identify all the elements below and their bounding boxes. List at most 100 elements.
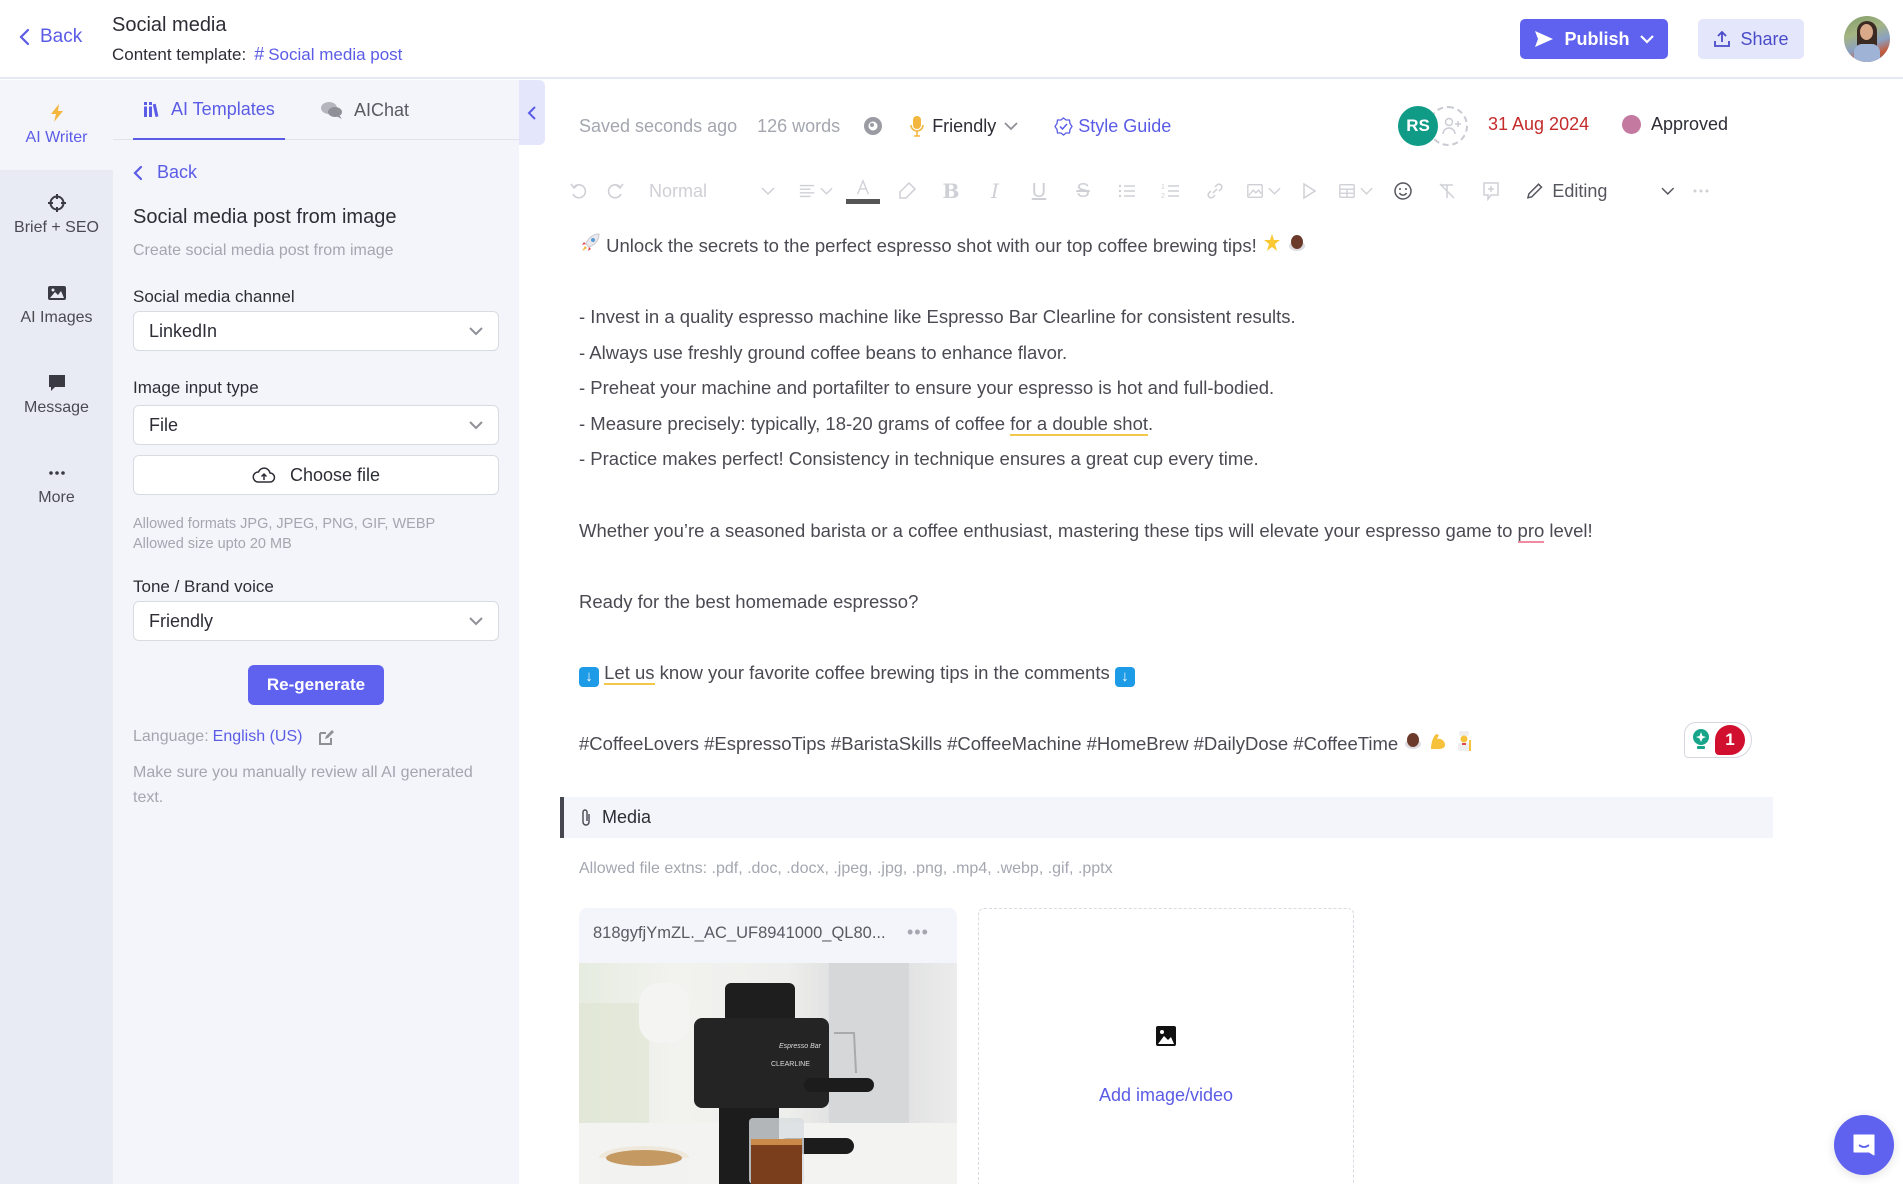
svg-text:Espresso Bar: Espresso Bar xyxy=(779,1043,822,1050)
rail-item-ai-images[interactable]: AI Images xyxy=(0,260,113,350)
user-avatar[interactable] xyxy=(1844,16,1890,62)
add-comment-button[interactable] xyxy=(1469,175,1513,207)
down-arrow-emoji: ↓ xyxy=(579,667,599,687)
svg-text:2: 2 xyxy=(1161,193,1165,200)
publish-button[interactable]: Publish xyxy=(1520,19,1668,59)
upload-icon xyxy=(1714,30,1731,47)
comment-plus-icon xyxy=(1483,182,1499,201)
rail-item-label: Message xyxy=(24,399,89,416)
page-title: Social media xyxy=(112,14,227,36)
editing-mode-select[interactable]: Editing xyxy=(1525,175,1675,207)
channel-select[interactable]: LinkedIn xyxy=(133,311,499,351)
rail-item-label: More xyxy=(38,489,75,506)
input-type-select[interactable]: File xyxy=(133,405,499,445)
bullet-list-button[interactable] xyxy=(1105,175,1149,207)
editor-toolbar: Normal B I U S 12 Editing xyxy=(565,175,1719,207)
back-button[interactable]: Back xyxy=(18,26,82,48)
link-button[interactable] xyxy=(1193,175,1237,207)
channel-label: Social media channel xyxy=(133,287,295,306)
insert-image-button[interactable] xyxy=(1237,175,1289,207)
italic-button[interactable]: I xyxy=(973,175,1017,207)
rail-item-ai-writer[interactable]: AI Writer xyxy=(0,80,113,170)
due-date[interactable]: 31 Aug 2024 xyxy=(1488,114,1589,135)
align-button[interactable] xyxy=(789,175,841,207)
language-value[interactable]: English (US) xyxy=(213,728,303,746)
chevron-down-icon xyxy=(469,327,483,336)
emoji-button[interactable] xyxy=(1381,175,1425,207)
collapse-panel-button[interactable] xyxy=(519,80,545,145)
insert-media-button[interactable] xyxy=(1289,175,1329,207)
style-guide-label: Style Guide xyxy=(1078,115,1172,136)
paragraph-style-select[interactable]: Normal xyxy=(649,175,779,207)
writing-assistant-button[interactable]: 1 xyxy=(1684,722,1752,758)
tab-ai-templates[interactable]: AI Templates xyxy=(133,80,285,140)
share-button[interactable]: Share xyxy=(1698,19,1804,59)
svg-text:1: 1 xyxy=(1161,184,1165,191)
content-template-link[interactable]: # Social media post xyxy=(254,44,402,65)
suggestion-count: 1 xyxy=(1715,725,1745,755)
tab-aichat[interactable]: AIChat xyxy=(310,80,419,140)
support-chat-button[interactable] xyxy=(1834,1115,1894,1175)
rocket-emoji xyxy=(579,232,601,262)
tone-select[interactable]: Friendly xyxy=(133,601,499,641)
regenerate-button[interactable]: Re-generate xyxy=(248,665,384,705)
redo-icon xyxy=(607,183,624,199)
chevron-down-icon xyxy=(819,187,833,195)
numbered-list-icon: 12 xyxy=(1161,184,1179,200)
message-icon xyxy=(48,375,65,391)
rail-item-brief-seo[interactable]: Brief + SEO xyxy=(0,170,113,260)
spelling-suggestion[interactable]: pro xyxy=(1517,520,1545,543)
input-type-label: Image input type xyxy=(133,378,259,397)
highlight-button[interactable] xyxy=(885,175,929,207)
stage-status[interactable]: Approved xyxy=(1622,114,1728,135)
assignee-avatar[interactable]: RS xyxy=(1398,106,1438,146)
coffee-emoji xyxy=(1287,233,1307,261)
add-user-icon xyxy=(1442,117,1461,135)
add-media-dropzone[interactable]: Add image/video xyxy=(978,908,1354,1184)
strikethrough-button[interactable]: S xyxy=(1061,175,1105,207)
chevron-down-icon xyxy=(469,421,483,430)
bold-button[interactable]: B xyxy=(929,175,973,207)
style-guide-button[interactable]: Style Guide xyxy=(1054,116,1171,137)
panel-back-button[interactable]: Back xyxy=(133,162,197,183)
content-line: - Practice makes perfect! Consistency in… xyxy=(579,448,1259,469)
numbered-list-button[interactable]: 12 xyxy=(1149,175,1193,207)
status-dot xyxy=(1622,115,1641,134)
rail-item-message[interactable]: Message xyxy=(0,350,113,440)
tone-dropdown[interactable]: Friendly xyxy=(910,115,1018,137)
badge-check-icon xyxy=(1054,116,1073,136)
chevron-down-icon xyxy=(1267,187,1281,195)
content-text: Whether you’re a seasoned barista or a c… xyxy=(579,520,1518,541)
link-icon xyxy=(1207,183,1223,199)
content-line: Whether you’re a seasoned barista or a c… xyxy=(579,517,1593,545)
grammar-suggestion[interactable]: for a double shot xyxy=(1010,413,1148,436)
media-section-label: Media xyxy=(602,807,652,827)
grammar-suggestion[interactable]: Let us xyxy=(604,662,655,685)
more-icon xyxy=(1693,189,1709,193)
eye-icon[interactable] xyxy=(862,115,884,137)
play-icon xyxy=(1303,182,1317,200)
cloud-upload-icon xyxy=(252,467,276,483)
edit-icon[interactable] xyxy=(318,729,335,746)
font-color-button[interactable] xyxy=(841,175,885,207)
more-toolbar-button[interactable] xyxy=(1683,175,1719,207)
rail-item-label: AI Writer xyxy=(25,129,88,146)
media-file-card[interactable]: 818gyfjYmZL._AC_UF8941000_QL80... ••• Es… xyxy=(579,908,957,1184)
media-file-more-button[interactable]: ••• xyxy=(907,922,929,943)
language-label: Language: xyxy=(133,728,209,745)
editor-status-row: Saved seconds ago 126 words Friendly Sty… xyxy=(579,110,1171,142)
chevron-down-icon xyxy=(1359,187,1373,195)
clear-format-button[interactable] xyxy=(1425,175,1469,207)
rail-item-more[interactable]: More xyxy=(0,440,113,530)
underline-button[interactable]: U xyxy=(1017,175,1061,207)
saved-status: Saved seconds ago xyxy=(579,115,738,136)
left-icon-rail: AI Writer Brief + SEO AI Images Message … xyxy=(0,80,113,1184)
choose-file-button[interactable]: Choose file xyxy=(133,455,499,495)
insert-table-button[interactable] xyxy=(1329,175,1381,207)
content-line: Unlock the secrets to the perfect espres… xyxy=(579,232,1307,260)
tone-value: Friendly xyxy=(149,610,214,631)
tab-label: AI Templates xyxy=(171,98,275,119)
channel-value: LinkedIn xyxy=(149,320,218,341)
undo-button[interactable] xyxy=(565,175,593,207)
redo-button[interactable] xyxy=(593,175,637,207)
